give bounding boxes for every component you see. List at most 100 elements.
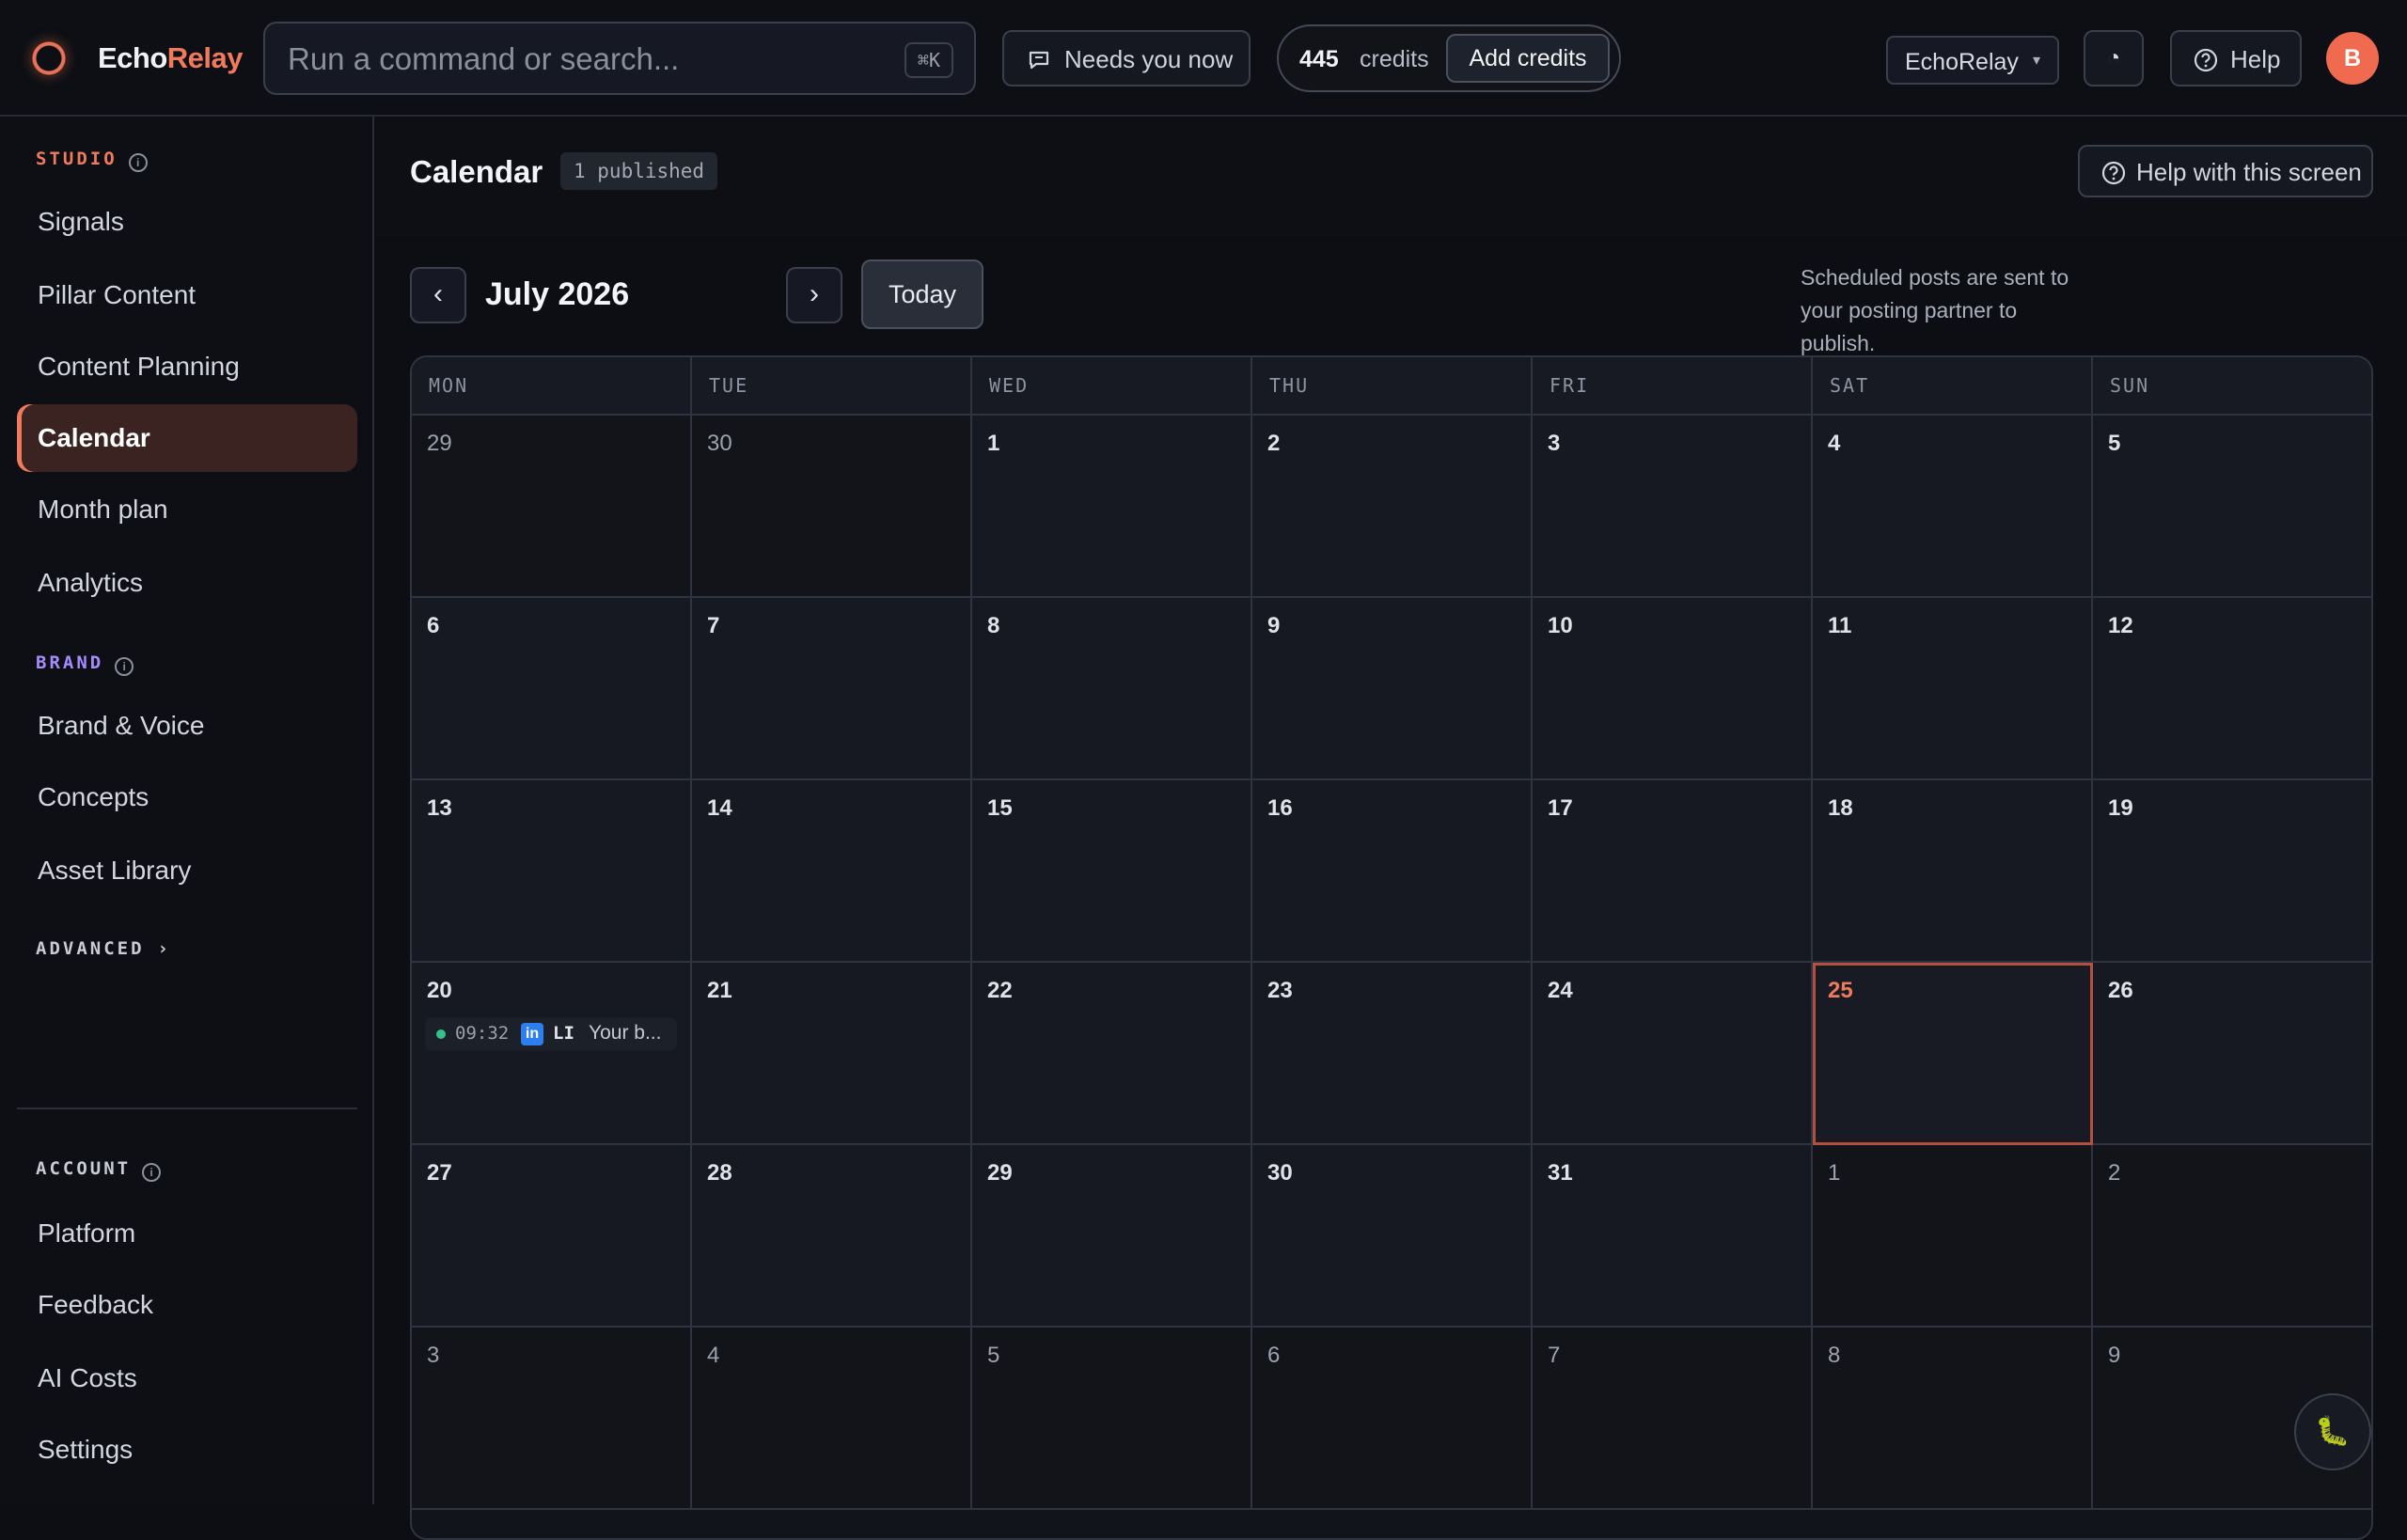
calendar-day[interactable]: 18 [1813, 780, 2093, 963]
calendar-day[interactable]: 20 09:32 in LI Your b... [412, 963, 692, 1145]
calendar-day[interactable]: 3 [412, 1328, 692, 1510]
theme-toggle-button[interactable]: ◔ [2084, 30, 2144, 86]
sidebar-item-month-plan[interactable]: Month plan [17, 476, 357, 543]
calendar-day[interactable]: 1 [1813, 1145, 2093, 1328]
weekday-label: TUE [692, 357, 972, 414]
day-number: 26 [2108, 978, 2133, 1003]
calendar-day[interactable]: 6 [1252, 1328, 1533, 1510]
calendar-day[interactable]: 30 [692, 416, 972, 598]
bug-report-button[interactable]: 🐛 [2294, 1393, 2371, 1470]
avatar[interactable]: B [2326, 32, 2379, 85]
calendar-day[interactable]: 15 [972, 780, 1252, 963]
calendar-day[interactable]: 14 [692, 780, 972, 963]
section-brand-label: BRAND [36, 652, 104, 673]
chevron-down-icon: ▾ [2033, 53, 2041, 69]
sidebar-item-asset-library[interactable]: Asset Library [17, 837, 357, 904]
scheduled-post[interactable]: 09:32 in LI Your b... [425, 1017, 677, 1051]
calendar-day[interactable]: 3 [1533, 416, 1813, 598]
day-number: 6 [427, 613, 440, 638]
calendar-day[interactable]: 11 [1813, 598, 2093, 780]
calendar-day[interactable]: 4 [692, 1328, 972, 1510]
calendar-day[interactable]: 19 [2093, 780, 2371, 963]
calendar-day[interactable]: 29 [412, 416, 692, 598]
day-number: 1 [1828, 1160, 1841, 1186]
workspace-select[interactable]: EchoRelay ▾ [1886, 36, 2059, 85]
app-logo[interactable]: EchoRelay [98, 41, 244, 75]
sidebar-item-pillar-content[interactable]: Pillar Content [17, 261, 357, 329]
command-search[interactable]: ⌘K [263, 22, 976, 95]
day-number: 18 [1828, 795, 1853, 821]
calendar-day[interactable]: 2 [1252, 416, 1533, 598]
needs-you-now-button[interactable]: Needs you now [1002, 30, 1251, 86]
calendar-day[interactable]: 28 [692, 1145, 972, 1328]
sidebar-item-ai-costs[interactable]: AI Costs [17, 1344, 357, 1412]
calendar-day[interactable]: 1 [972, 416, 1252, 598]
weekday-header: MON TUE WED THU FRI SAT SUN [412, 357, 2371, 416]
calendar-day[interactable]: 9 [1252, 598, 1533, 780]
section-advanced-toggle[interactable]: ADVANCED › [36, 938, 168, 959]
sidebar-item-content-planning[interactable]: Content Planning [17, 333, 357, 401]
calendar-day[interactable]: 12 [2093, 598, 2371, 780]
calendar-day[interactable]: 8 [972, 598, 1252, 780]
help-screen-label: Help with this screen [2136, 158, 2362, 186]
sidebar-item-analytics[interactable]: Analytics [17, 549, 357, 617]
calendar-day[interactable]: 6 [412, 598, 692, 780]
day-number: 20 [427, 978, 452, 1003]
sidebar-item-calendar[interactable]: Calendar [17, 404, 357, 472]
sidebar-divider [17, 1108, 357, 1109]
info-icon[interactable]: i [115, 657, 134, 676]
day-number: 22 [987, 978, 1013, 1003]
sidebar-item-concepts[interactable]: Concepts [17, 763, 357, 831]
info-icon[interactable]: i [142, 1163, 162, 1182]
prev-month-button[interactable]: ‹ [410, 267, 466, 323]
calendar-day[interactable]: 17 [1533, 780, 1813, 963]
calendar-day-today[interactable]: 25 [1813, 963, 2093, 1145]
chevron-right-icon: › [157, 938, 168, 959]
calendar-day[interactable]: 16 [1252, 780, 1533, 963]
linkedin-icon: in [521, 1023, 543, 1045]
sidebar-item-signals[interactable]: Signals [17, 188, 357, 256]
sidebar-item-platform[interactable]: Platform [17, 1200, 357, 1267]
weekday-label: FRI [1533, 357, 1813, 414]
day-number: 4 [1828, 431, 1841, 456]
calendar-day[interactable]: 27 [412, 1145, 692, 1328]
day-number: 25 [1828, 978, 1853, 1003]
help-with-screen-button[interactable]: Help with this screen [2078, 145, 2373, 197]
sidebar-item-settings[interactable]: Settings [17, 1416, 357, 1484]
month-label: July 2026 [485, 276, 630, 312]
calendar-day[interactable]: 7 [692, 598, 972, 780]
day-number: 7 [1548, 1343, 1561, 1368]
search-input[interactable] [286, 37, 873, 82]
calendar-day[interactable]: 30 [1252, 1145, 1533, 1328]
calendar-day[interactable]: 23 [1252, 963, 1533, 1145]
calendar-day[interactable]: 24 [1533, 963, 1813, 1145]
calendar-day[interactable]: 4 [1813, 416, 2093, 598]
sidebar-item-brand-voice[interactable]: Brand & Voice [17, 692, 357, 760]
calendar-day[interactable]: 8 [1813, 1328, 2093, 1510]
day-number: 24 [1548, 978, 1573, 1003]
help-button[interactable]: Help [2170, 30, 2302, 86]
calendar-day[interactable]: 5 [972, 1328, 1252, 1510]
logo-text-a: Echo [98, 41, 167, 74]
calendar-day[interactable]: 7 [1533, 1328, 1813, 1510]
today-button[interactable]: Today [861, 259, 983, 329]
info-icon[interactable]: i [128, 153, 148, 172]
day-number: 27 [427, 1160, 452, 1186]
calendar-day[interactable]: 31 [1533, 1145, 1813, 1328]
day-number: 19 [2108, 795, 2133, 821]
calendar-day[interactable]: 29 [972, 1145, 1252, 1328]
calendar-day[interactable]: 26 [2093, 963, 2371, 1145]
calendar-day[interactable]: 10 [1533, 598, 1813, 780]
needs-label: Needs you now [1064, 45, 1234, 73]
calendar-day[interactable]: 5 [2093, 416, 2371, 598]
calendar-day[interactable]: 21 [692, 963, 972, 1145]
add-credits-button[interactable]: Add credits [1446, 34, 1610, 83]
calendar-day[interactable]: 2 [2093, 1145, 2371, 1328]
sidebar-item-feedback[interactable]: Feedback [17, 1271, 357, 1339]
next-month-button[interactable]: › [786, 267, 842, 323]
post-time: 09:32 [455, 1023, 510, 1044]
calendar-grid: MON TUE WED THU FRI SAT SUN 29 30 1 2 3 4 5 6 7 8 9 10 11 1… [410, 355, 2373, 1540]
calendar-day[interactable]: 13 [412, 780, 692, 963]
calendar-day[interactable]: 22 [972, 963, 1252, 1145]
day-number: 6 [1267, 1343, 1281, 1368]
